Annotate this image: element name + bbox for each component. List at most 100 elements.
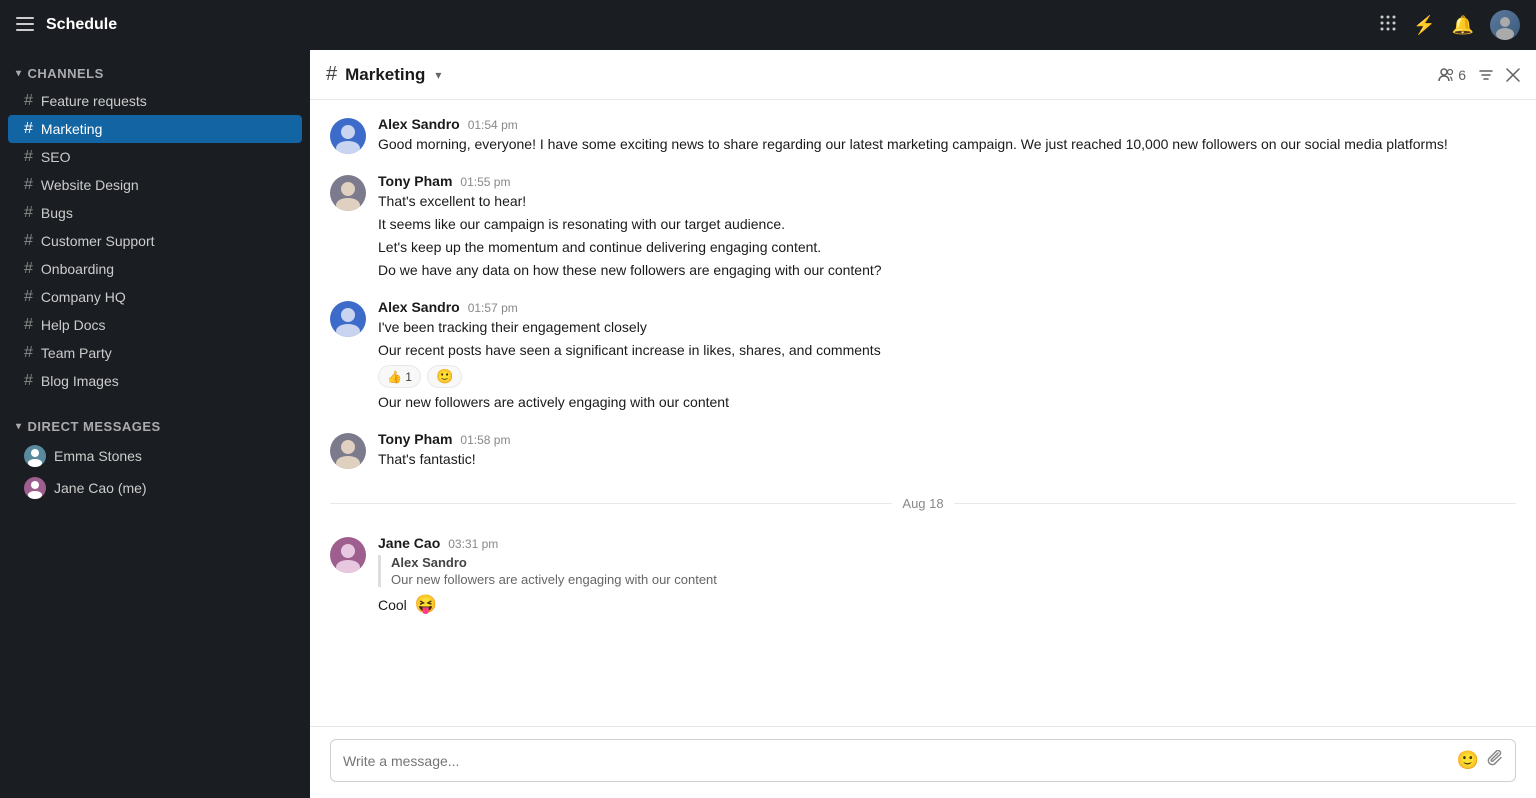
grid-icon[interactable] (1379, 14, 1397, 37)
channel-name: Onboarding (41, 261, 114, 277)
channel-name: Customer Support (41, 233, 155, 249)
channel-name: Company HQ (41, 289, 126, 305)
hash-icon: # (24, 204, 33, 222)
sidebar-item-team-party[interactable]: # Team Party (8, 339, 302, 367)
channel-name: Blog Images (41, 373, 119, 389)
message-text: Our recent posts have seen a significant… (378, 340, 1516, 361)
sidebar-item-feature-requests[interactable]: # Feature requests (8, 87, 302, 115)
dm-name: Emma Stones (54, 448, 142, 464)
message-author: Tony Pham (378, 431, 452, 447)
message-text: I've been tracking their engagement clos… (378, 317, 1516, 338)
channel-name: Bugs (41, 205, 73, 221)
sidebar-item-seo[interactable]: # SEO (8, 143, 302, 171)
top-bar: Schedule ⚡ 🔔 (0, 0, 1536, 50)
topbar-right: ⚡ 🔔 (1379, 10, 1520, 40)
message-text: Let's keep up the momentum and continue … (378, 237, 1516, 258)
excited-emoji: 😝 (415, 594, 437, 614)
avatar (330, 537, 366, 573)
message-header: Jane Cao 03:31 pm (378, 535, 1516, 551)
dm-chevron: ▾ (16, 421, 22, 432)
message-content: Alex Sandro 01:54 pm Good morning, every… (378, 116, 1516, 157)
bell-icon[interactable]: 🔔 (1452, 15, 1474, 36)
date-label: Aug 18 (902, 496, 943, 511)
message-group: Tony Pham 01:58 pm That's fantastic! (330, 431, 1516, 472)
channel-name: Website Design (41, 177, 139, 193)
message-content: Jane Cao 03:31 pm Alex Sandro Our new fo… (378, 535, 1516, 620)
message-header: Tony Pham 01:55 pm (378, 173, 1516, 189)
sidebar: ▾ CHANNELS # Feature requests # Marketin… (0, 0, 310, 798)
channel-name: Help Docs (41, 317, 106, 333)
sidebar-item-marketing[interactable]: # Marketing (8, 115, 302, 143)
message-input[interactable] (343, 753, 1449, 769)
channel-name: Marketing (41, 121, 102, 137)
user-avatar[interactable] (1490, 10, 1520, 40)
channel-header-right: 6 (1438, 67, 1520, 83)
dm-avatar (24, 445, 46, 467)
hash-icon: # (24, 92, 33, 110)
sidebar-item-company-hq[interactable]: # Company HQ (8, 283, 302, 311)
thumbs-up-reaction[interactable]: 👍 1 (378, 365, 421, 388)
message-group: Alex Sandro 01:57 pm I've been tracking … (330, 299, 1516, 415)
hash-icon: # (24, 232, 33, 250)
message-text: That's fantastic! (378, 449, 1516, 470)
channel-hash-icon: # (326, 63, 337, 86)
channel-header: # Marketing ▾ 6 (310, 50, 1536, 100)
menu-icon[interactable] (16, 15, 34, 36)
close-icon[interactable] (1506, 68, 1520, 82)
message-time: 01:55 pm (460, 175, 510, 189)
quote-author: Alex Sandro (391, 555, 1516, 570)
message-list: Alex Sandro 01:54 pm Good morning, every… (310, 100, 1536, 726)
hash-icon: # (24, 344, 33, 362)
hash-icon: # (24, 372, 33, 390)
hash-icon: # (24, 148, 33, 166)
message-text: Good morning, everyone! I have some exci… (378, 134, 1516, 155)
message-input-area: 🙂 (310, 726, 1536, 798)
sidebar-item-bugs[interactable]: # Bugs (8, 199, 302, 227)
message-time: 01:57 pm (468, 301, 518, 315)
channel-dropdown-icon[interactable]: ▾ (435, 68, 441, 82)
message-header: Alex Sandro 01:54 pm (378, 116, 1516, 132)
message-time: 03:31 pm (448, 537, 498, 551)
channels-section-header[interactable]: ▾ CHANNELS (0, 50, 310, 87)
message-text: Do we have any data on how these new fol… (378, 260, 1516, 281)
hash-icon: # (24, 176, 33, 194)
sidebar-item-website-design[interactable]: # Website Design (8, 171, 302, 199)
sidebar-item-customer-support[interactable]: # Customer Support (8, 227, 302, 255)
message-input-wrapper: 🙂 (330, 739, 1516, 782)
message-author: Jane Cao (378, 535, 440, 551)
sidebar-item-onboarding[interactable]: # Onboarding (8, 255, 302, 283)
members-button[interactable]: 6 (1438, 67, 1466, 83)
bolt-icon[interactable]: ⚡ (1413, 15, 1435, 36)
message-group: Alex Sandro 01:54 pm Good morning, every… (330, 116, 1516, 157)
message-text: Our new followers are actively engaging … (378, 392, 1516, 413)
avatar (330, 175, 366, 211)
add-reaction-button[interactable]: 🙂 (427, 365, 462, 388)
message-author: Tony Pham (378, 173, 452, 189)
avatar (330, 118, 366, 154)
message-time: 01:58 pm (460, 433, 510, 447)
dm-label: DIRECT MESSAGES (28, 419, 161, 434)
dm-jane-cao[interactable]: Jane Cao (me) (8, 472, 302, 504)
avatar (330, 301, 366, 337)
channels-label: CHANNELS (28, 66, 104, 81)
hash-icon: # (24, 120, 33, 138)
date-divider: Aug 18 (330, 496, 1516, 511)
topbar-left: Schedule (16, 15, 117, 36)
message-group: Tony Pham 01:55 pm That's excellent to h… (330, 173, 1516, 283)
emoji-picker-icon[interactable]: 🙂 (1457, 750, 1479, 771)
filter-icon[interactable] (1478, 67, 1494, 83)
message-group: Jane Cao 03:31 pm Alex Sandro Our new fo… (330, 535, 1516, 620)
dm-name: Jane Cao (me) (54, 480, 147, 496)
dm-section-header[interactable]: ▾ DIRECT MESSAGES (0, 403, 310, 440)
message-content: Tony Pham 01:58 pm That's fantastic! (378, 431, 1516, 472)
quote-text: Our new followers are actively engaging … (391, 572, 1516, 587)
dm-emma-stones[interactable]: Emma Stones (8, 440, 302, 472)
attach-file-icon[interactable] (1487, 750, 1503, 771)
sidebar-item-help-docs[interactable]: # Help Docs (8, 311, 302, 339)
app-title: Schedule (46, 16, 117, 34)
message-content: Alex Sandro 01:57 pm I've been tracking … (378, 299, 1516, 415)
avatar (330, 433, 366, 469)
message-author: Alex Sandro (378, 116, 460, 132)
reaction-bar: 👍 1 🙂 (378, 365, 1516, 388)
sidebar-item-blog-images[interactable]: # Blog Images (8, 367, 302, 395)
